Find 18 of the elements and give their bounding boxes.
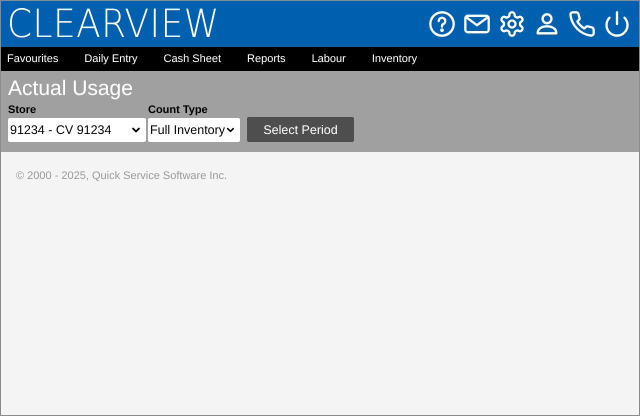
select-period-button[interactable]: Select Period xyxy=(247,117,354,142)
nav-link[interactable]: Inventory xyxy=(372,53,418,65)
dropdown-field[interactable]: Full Inventory xyxy=(148,118,240,142)
nav-link[interactable]: Reports xyxy=(247,53,286,65)
logo: CLEARVIEW xyxy=(7,4,220,44)
nav-link[interactable]: Daily Entry xyxy=(84,53,138,65)
page-title: Actual Usage xyxy=(8,77,134,100)
copyright-text: © 2000 - 2025, Quick Service Software Inc. xyxy=(16,170,228,182)
power-icon[interactable] xyxy=(603,10,631,38)
settings-icon[interactable] xyxy=(498,10,526,38)
nav-link[interactable]: Favourites xyxy=(7,53,58,65)
nav-link[interactable]: Labour xyxy=(312,53,346,65)
field-label: Count Type xyxy=(148,104,209,116)
nav-link[interactable]: Cash Sheet xyxy=(164,53,222,65)
field-label: Store xyxy=(8,104,38,116)
help-icon[interactable] xyxy=(428,10,456,38)
phone-icon[interactable] xyxy=(568,10,596,38)
dropdown-field[interactable]: 91234 - CV 91234 xyxy=(8,118,146,142)
